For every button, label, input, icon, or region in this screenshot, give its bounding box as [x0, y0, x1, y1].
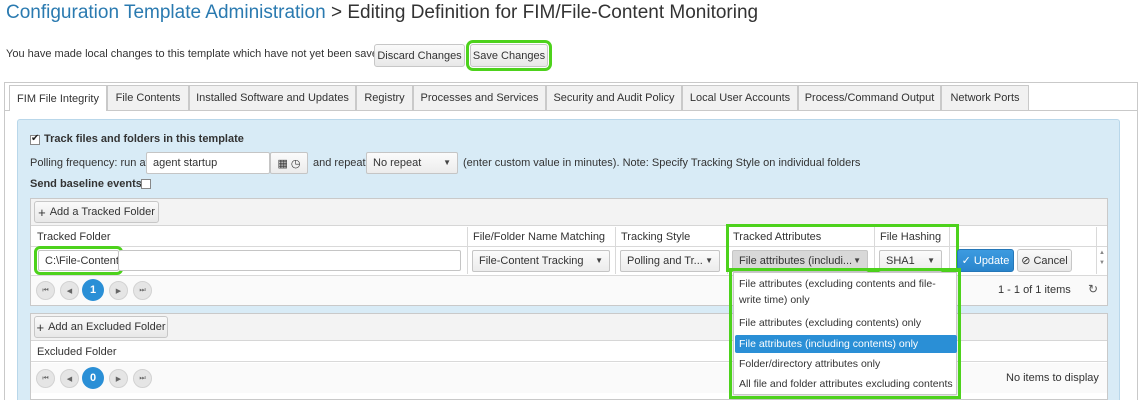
tracked-pager-info: 1 - 1 of 1 items: [998, 284, 1071, 296]
column-name-matching[interactable]: File/Folder Name Matching: [473, 231, 605, 243]
calendar-icon[interactable]: ▦: [277, 157, 287, 170]
next-page-icon[interactable]: ▶: [109, 281, 128, 300]
tracked-attributes-menu: File attributes (excluding contents and …: [729, 268, 961, 399]
prev-page-icon[interactable]: ◀: [60, 281, 79, 300]
repeat-value: No repeat: [373, 157, 422, 169]
tracking-style-value: Polling and Tr...: [627, 255, 703, 267]
add-tracked-folder-button[interactable]: + Add a Tracked Folder: [34, 201, 159, 223]
tab-fim-file-integrity[interactable]: FIM File Integrity: [9, 85, 107, 111]
breadcrumb-separator: >: [325, 2, 348, 23]
update-label: Update: [973, 254, 1010, 267]
prev-page-icon[interactable]: ◀: [60, 369, 79, 388]
update-button[interactable]: ✓ Update: [957, 249, 1014, 272]
column-divider: [615, 227, 616, 274]
polling-picker-buttons[interactable]: ▦ ◷: [270, 152, 308, 174]
tracked-attributes-select[interactable]: File attributes (includi... ▼: [732, 250, 868, 272]
tracked-grid-toolbar: [31, 199, 1107, 226]
grid-scrollbar[interactable]: ▲ ▼: [1097, 248, 1107, 273]
column-tracked-folder[interactable]: Tracked Folder: [37, 231, 111, 243]
save-changes-button[interactable]: Save Changes: [466, 40, 552, 71]
tab-local-user-accounts[interactable]: Local User Accounts: [682, 85, 798, 110]
refresh-icon[interactable]: ↻: [1088, 282, 1098, 296]
attributes-option[interactable]: File attributes (excluding contents) onl…: [735, 314, 957, 332]
chevron-down-icon: ▼: [443, 158, 451, 167]
attributes-option[interactable]: File attributes (excluding contents and …: [735, 276, 957, 308]
attributes-option-selected[interactable]: File attributes (including contents) onl…: [735, 335, 957, 353]
tab-process-command-output[interactable]: Process/Command Output: [798, 85, 941, 110]
breadcrumb-link[interactable]: Configuration Template Administration: [6, 2, 326, 23]
column-divider: [874, 227, 875, 274]
checkmark-icon: ✓: [961, 255, 971, 267]
column-excluded-folder[interactable]: Excluded Folder: [37, 346, 117, 358]
breadcrumb-current: Editing Definition for FIM/File-Content …: [347, 2, 759, 23]
attributes-option[interactable]: All file and folder attributes excluding…: [735, 375, 957, 393]
column-divider: [949, 227, 950, 274]
tab-installed-software[interactable]: Installed Software and Updates: [189, 85, 356, 110]
tab-strip-divider: [5, 110, 1137, 111]
name-matching-select[interactable]: File-Content Tracking ▼: [472, 250, 610, 272]
name-matching-value: File-Content Tracking: [479, 255, 584, 267]
tracked-attributes-value: File attributes (includi...: [739, 255, 853, 267]
cancel-button[interactable]: ⊘ Cancel: [1017, 249, 1072, 272]
add-tracked-folder-label: Add a Tracked Folder: [49, 206, 155, 218]
unsaved-notice: You have made local changes to this temp…: [6, 48, 388, 60]
chevron-down-icon: ▼: [705, 256, 713, 265]
discard-changes-button[interactable]: Discard Changes: [374, 44, 465, 67]
polling-start-input[interactable]: agent startup: [146, 152, 270, 174]
next-page-icon[interactable]: ▶: [109, 369, 128, 388]
repeat-select[interactable]: No repeat ▼: [366, 152, 458, 174]
plus-icon: +: [36, 319, 45, 335]
polling-frequency-label: Polling frequency: run at: [30, 157, 149, 169]
cancel-icon: ⊘: [1021, 255, 1031, 267]
excluded-pager-info: No items to display: [1006, 372, 1099, 384]
attributes-option[interactable]: Folder/directory attributes only: [735, 355, 957, 373]
last-page-icon[interactable]: ⏭: [133, 281, 152, 300]
column-file-hashing[interactable]: File Hashing: [880, 231, 941, 243]
repeat-label: and repeat: [313, 157, 366, 169]
tracked-folder-input-extent[interactable]: [119, 250, 461, 271]
tab-file-contents[interactable]: File Contents: [107, 85, 189, 110]
current-page[interactable]: 1: [82, 279, 104, 301]
page-title: Configuration Template Administration > …: [6, 2, 758, 24]
first-page-icon[interactable]: ⏮: [36, 281, 55, 300]
column-tracking-style[interactable]: Tracking Style: [621, 231, 690, 243]
column-tracked-attributes[interactable]: Tracked Attributes: [733, 231, 821, 243]
baseline-checkbox[interactable]: [141, 179, 151, 189]
file-hashing-value: SHA1: [886, 255, 915, 267]
tab-security-audit[interactable]: Security and Audit Policy: [546, 85, 682, 110]
add-excluded-folder-label: Add an Excluded Folder: [48, 321, 166, 333]
chevron-down-icon: ▼: [595, 256, 603, 265]
column-divider: [467, 227, 468, 274]
tab-processes-services[interactable]: Processes and Services: [413, 85, 546, 110]
track-files-checkbox[interactable]: [30, 133, 40, 145]
column-divider: [727, 227, 728, 274]
tracking-style-select[interactable]: Polling and Tr... ▼: [620, 250, 720, 272]
track-files-label: Track files and folders in this template: [44, 133, 244, 145]
file-hashing-select[interactable]: SHA1 ▼: [879, 250, 942, 272]
tab-registry[interactable]: Registry: [356, 85, 413, 110]
last-page-icon[interactable]: ⏭: [133, 369, 152, 388]
first-page-icon[interactable]: ⏮: [36, 369, 55, 388]
add-excluded-folder-button[interactable]: + Add an Excluded Folder: [34, 316, 168, 338]
clock-icon[interactable]: ◷: [291, 157, 301, 170]
tab-network-ports[interactable]: Network Ports: [941, 85, 1029, 110]
chevron-down-icon: ▼: [853, 256, 861, 265]
current-page[interactable]: 0: [82, 367, 104, 389]
chevron-down-icon: ▼: [927, 256, 935, 265]
plus-icon: +: [38, 204, 46, 220]
polling-hint: (enter custom value in minutes). Note: S…: [463, 157, 861, 169]
tracked-folder-input[interactable]: C:\File-Content: [34, 246, 123, 275]
baseline-label: Send baseline events: [30, 178, 142, 190]
cancel-label: Cancel: [1033, 254, 1068, 267]
